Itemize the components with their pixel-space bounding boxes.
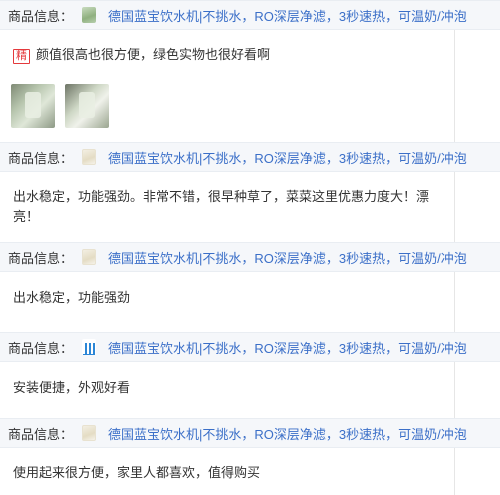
product-link[interactable]: 德国蓝宝饮水机|不挑水，RO深层净滤，3秒速热，可温奶/冲泡	[108, 6, 467, 25]
review-photo[interactable]	[65, 84, 109, 128]
product-info-label: 商品信息：	[8, 426, 74, 442]
product-info-label: 商品信息：	[8, 250, 74, 266]
review-text: 出水稳定，功能强劲。非常不错，很早种草了，菜菜这里优惠力度大！漂亮！	[13, 187, 443, 227]
review-text: 使用起来很方便，家里人都喜欢，值得购买	[13, 463, 443, 483]
product-info-row: 商品信息： 德国蓝宝饮水机|不挑水，RO深层净滤，3秒速热，可温奶/冲泡	[0, 242, 500, 272]
product-info-row: 商品信息： 德国蓝宝饮水机|不挑水，RO深层净滤，3秒速热，可温奶/冲泡	[0, 418, 500, 448]
product-info-label: 商品信息：	[8, 150, 74, 166]
product-info-row: 商品信息： 德国蓝宝饮水机|不挑水，RO深层净滤，3秒速热，可温奶/冲泡	[0, 142, 500, 172]
product-link[interactable]: 德国蓝宝饮水机|不挑水，RO深层净滤，3秒速热，可温奶/冲泡	[108, 148, 467, 167]
review-text: 精颜值很高也很方便，绿色实物也很好看啊	[13, 45, 443, 65]
review-content: 颜值很高也很方便，绿色实物也很好看啊	[36, 47, 271, 62]
product-thumbnail[interactable]	[82, 7, 97, 23]
product-info-label: 商品信息：	[8, 340, 74, 356]
product-thumbnail[interactable]	[82, 339, 97, 355]
review-content: 安装便捷，外观好看	[13, 380, 131, 395]
product-info-row: 商品信息： 德国蓝宝饮水机|不挑水，RO深层净滤，3秒速热，可温奶/冲泡	[0, 0, 500, 30]
review-content: 出水稳定，功能强劲。非常不错，很早种草了，菜菜这里优惠力度大！漂亮！	[13, 189, 430, 224]
review-content: 使用起来很方便，家里人都喜欢，值得购买	[13, 465, 261, 480]
review-text: 安装便捷，外观好看	[13, 378, 443, 398]
product-info-label: 商品信息：	[8, 8, 74, 24]
featured-badge: 精	[13, 49, 30, 64]
product-thumbnail[interactable]	[82, 149, 97, 165]
product-link[interactable]: 德国蓝宝饮水机|不挑水，RO深层净滤，3秒速热，可温奶/冲泡	[108, 248, 467, 267]
review-text: 出水稳定，功能强劲	[13, 288, 443, 308]
review-photo[interactable]	[11, 84, 55, 128]
product-info-row: 商品信息： 德国蓝宝饮水机|不挑水，RO深层净滤，3秒速热，可温奶/冲泡	[0, 332, 500, 362]
product-thumbnail[interactable]	[82, 425, 97, 441]
product-link[interactable]: 德国蓝宝饮水机|不挑水，RO深层净滤，3秒速热，可温奶/冲泡	[108, 338, 467, 357]
review-content: 出水稳定，功能强劲	[13, 290, 131, 305]
product-thumbnail[interactable]	[82, 249, 97, 265]
product-link[interactable]: 德国蓝宝饮水机|不挑水，RO深层净滤，3秒速热，可温奶/冲泡	[108, 424, 467, 443]
